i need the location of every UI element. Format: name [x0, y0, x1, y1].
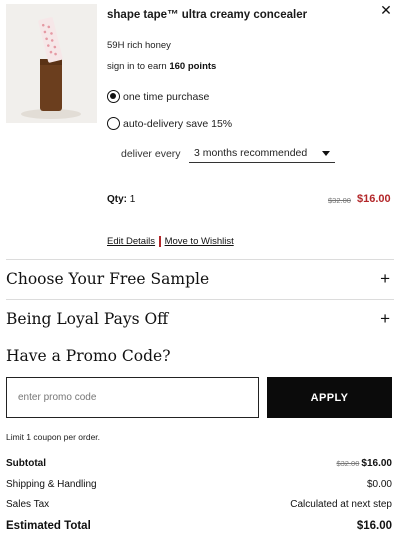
qty-value: 1 [129, 194, 136, 205]
delivery-frequency-select[interactable]: 3 months recommended [189, 144, 335, 163]
auto-delivery-option[interactable]: auto-delivery save 15% [107, 117, 232, 130]
quantity: Qty: 1 [107, 194, 135, 205]
promo-code-input[interactable] [6, 377, 259, 418]
move-to-wishlist-link[interactable]: Move to Wishlist [165, 236, 234, 247]
divider [6, 259, 394, 260]
item-actions: Edit Details Move to Wishlist [107, 236, 234, 247]
caret-down-icon [322, 151, 330, 156]
apply-promo-button[interactable]: APPLY [267, 377, 392, 418]
sales-tax-value: Calculated at next step [290, 499, 392, 510]
divider [6, 299, 394, 300]
edit-details-link[interactable]: Edit Details [107, 236, 155, 247]
plus-icon[interactable]: + [380, 267, 390, 291]
estimated-total-row: Estimated Total $16.00 [6, 520, 392, 536]
close-icon[interactable]: ✕ [376, 0, 396, 20]
estimated-total-value: $16.00 [356, 520, 392, 532]
subtotal-value: $16.00 [361, 458, 392, 469]
coupon-limit-note: Limit 1 coupon per order. [6, 432, 101, 442]
product-shade: 59H rich honey [107, 40, 171, 51]
radio-selected-icon[interactable] [107, 90, 120, 103]
sales-tax-label: Sales Tax [6, 499, 50, 510]
product-image [6, 4, 97, 123]
radio-unselected-icon[interactable] [107, 117, 120, 130]
product-name[interactable]: shape tape™ ultra creamy concealer [107, 6, 337, 24]
link-separator [159, 236, 161, 247]
original-price: $32.00 [328, 196, 351, 205]
estimated-total-label: Estimated Total [6, 520, 91, 532]
points-value: 160 points [169, 61, 217, 72]
free-sample-title: Choose Your Free Sample [6, 270, 210, 288]
subtotal-amount: $32.00 $16.00 [336, 458, 392, 469]
loyalty-points-note: sign in to earn 160 points [107, 61, 216, 72]
loyalty-accordion[interactable]: Being Loyal Pays Off + [6, 307, 394, 331]
qty-label: Qty: [107, 194, 127, 205]
shipping-value: $0.00 [366, 479, 392, 490]
shipping-row: Shipping & Handling $0.00 [6, 479, 392, 493]
plus-icon[interactable]: + [380, 307, 390, 331]
subtotal-original: $32.00 [336, 459, 360, 468]
loyalty-title: Being Loyal Pays Off [6, 310, 169, 328]
points-prefix: sign in to earn [107, 61, 167, 72]
sales-tax-row: Sales Tax Calculated at next step [6, 499, 392, 513]
subtotal-row: Subtotal $32.00 $16.00 [6, 458, 392, 472]
shipping-label: Shipping & Handling [6, 479, 97, 490]
free-sample-accordion[interactable]: Choose Your Free Sample + [6, 267, 394, 291]
one-time-purchase-label: one time purchase [123, 90, 210, 103]
subtotal-label: Subtotal [6, 458, 46, 469]
promo-code-title: Have a Promo Code? [6, 347, 171, 365]
one-time-purchase-option[interactable]: one time purchase [107, 90, 209, 103]
delivery-frequency-value: 3 months recommended [194, 147, 308, 159]
deliver-every-label: deliver every [121, 148, 181, 160]
sale-price: $16.00 [357, 193, 391, 205]
auto-delivery-label: auto-delivery save 15% [123, 117, 233, 130]
